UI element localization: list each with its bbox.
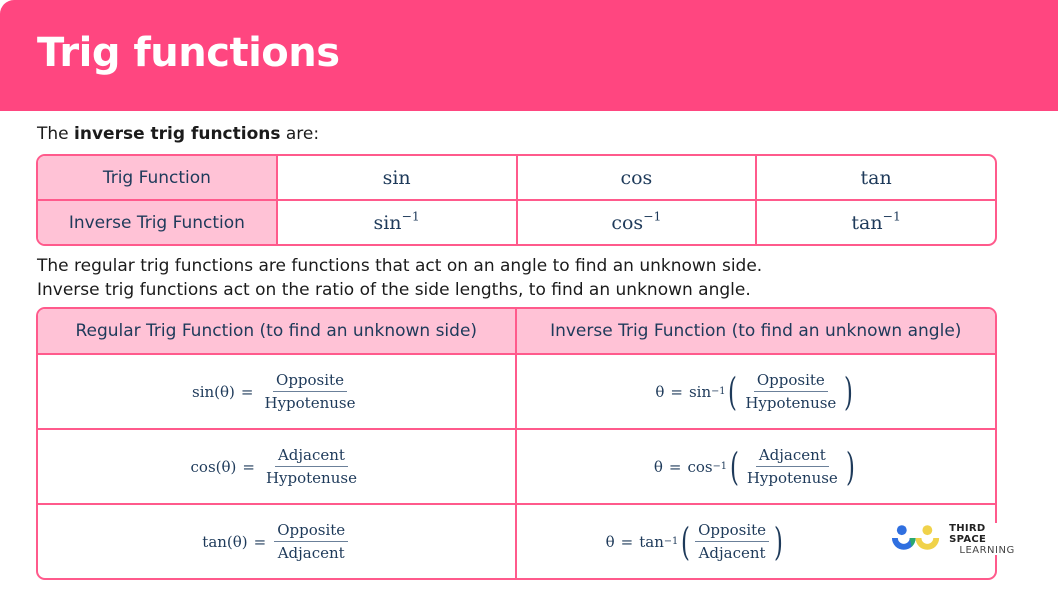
left-paren: ( — [681, 519, 691, 564]
table-row: Trig Function sin cos tan — [38, 156, 995, 201]
denominator: Hypotenuse — [264, 394, 356, 412]
exponent: −1 — [882, 208, 901, 223]
cell-cos: cos — [517, 156, 758, 201]
table-row: cos(θ) = Adjacent Hypotenuse θ = cos −1 (Adja… — [38, 430, 995, 505]
denominator: Hypotenuse — [745, 394, 837, 412]
table-row: tan(θ) = Opposite Adjacent θ = tan −1 (Opposi… — [38, 505, 995, 578]
fn-name: sin — [688, 382, 712, 401]
cell-tan-inverse: tan−1 — [757, 201, 995, 244]
denominator: Adjacent — [698, 544, 766, 562]
fraction: Opposite Hypotenuse — [742, 371, 839, 412]
right-paren: ) — [773, 519, 783, 564]
theta: θ — [605, 532, 615, 551]
header-regular: Regular Trig Function (to find an unknow… — [38, 309, 517, 355]
inverse-formula-cos: θ = cos −1 (Adjacent Hypotenuse) — [516, 430, 995, 505]
row-label-trig-function: Trig Function — [38, 156, 278, 201]
numerator: Opposite — [274, 521, 349, 542]
lhs: tan(θ) — [202, 532, 248, 551]
numerator: Adjacent — [274, 446, 348, 467]
denominator: Hypotenuse — [265, 469, 357, 487]
exponent: −1 — [643, 208, 662, 223]
equals: = — [240, 382, 254, 401]
right-paren: ) — [845, 444, 855, 489]
table-row: Inverse Trig Function sin−1 cos−1 tan−1 — [38, 201, 995, 244]
intro-suffix: are: — [280, 124, 320, 144]
fn-name: cos — [687, 457, 713, 476]
equals: = — [670, 382, 683, 401]
fn-name: sin — [373, 211, 402, 234]
fn-name: tan — [851, 211, 883, 234]
denominator: Hypotenuse — [746, 469, 838, 487]
regular-vs-inverse-table: Regular Trig Function (to find an unknow… — [36, 307, 997, 580]
denominator: Adjacent — [277, 544, 345, 562]
exponent: −1 — [401, 208, 420, 223]
regular-formula-cos: cos(θ) = Adjacent Hypotenuse — [38, 430, 517, 505]
third-space-learning-logo: THIRD SPACE LEARNING — [890, 522, 1025, 556]
numerator: Adjacent — [755, 446, 829, 467]
logo-line-2: LEARNING — [959, 544, 1015, 556]
right-paren: ) — [844, 369, 854, 414]
logo-line-1: THIRD SPACE — [949, 522, 987, 545]
page-title: Trig functions — [37, 30, 340, 76]
table-header-row: Regular Trig Function (to find an unknow… — [38, 309, 995, 355]
equals: = — [242, 457, 255, 476]
fraction: Opposite Adjacent — [695, 521, 770, 562]
fraction: Adjacent Hypotenuse — [263, 446, 360, 487]
header-inverse: Inverse Trig Function (to find an unknow… — [516, 309, 995, 355]
inverse-functions-table: Trig Function sin cos tan Inverse Trig F… — [36, 154, 997, 246]
paragraph-line-2: Inverse trig functions act on the ratio … — [37, 280, 751, 300]
theta: θ — [655, 382, 665, 401]
equals: = — [620, 532, 634, 551]
left-paren: ( — [728, 369, 738, 414]
cell-tan: tan — [757, 156, 995, 201]
table-row: sin(θ) = Opposite Hypotenuse θ = sin −1 (Oppo… — [38, 355, 995, 430]
row-label-inverse-trig-function: Inverse Trig Function — [38, 201, 278, 244]
fraction: Opposite Hypotenuse — [261, 371, 358, 412]
regular-formula-tan: tan(θ) = Opposite Adjacent — [38, 505, 517, 578]
cell-sin: sin — [277, 156, 518, 201]
fraction: Opposite Adjacent — [274, 521, 349, 562]
fn-name: cos — [611, 211, 644, 234]
fn-name: tan — [639, 532, 664, 551]
regular-formula-sin: sin(θ) = Opposite Hypotenuse — [38, 355, 517, 430]
logo-icon — [891, 525, 940, 550]
equals: = — [668, 457, 682, 476]
lhs: sin(θ) — [192, 382, 235, 401]
inverse-formula-sin: θ = sin −1 (Opposite Hypotenuse) — [516, 355, 995, 430]
title-banner: Trig functions — [0, 0, 1058, 111]
numerator: Opposite — [753, 371, 828, 392]
intro-prefix: The — [37, 124, 75, 144]
cell-cos-inverse: cos−1 — [518, 201, 758, 244]
lhs: cos(θ) — [190, 457, 237, 476]
numerator: Opposite — [273, 371, 347, 392]
numerator: Opposite — [695, 521, 770, 542]
cell-sin-inverse: sin−1 — [278, 201, 518, 244]
paragraph-line-1: The regular trig functions are functions… — [37, 256, 763, 276]
intro-text: The inverse trig functions are: — [37, 124, 319, 144]
fraction: Adjacent Hypotenuse — [744, 446, 841, 487]
theta: θ — [653, 457, 663, 476]
equals: = — [253, 532, 267, 551]
left-paren: ( — [729, 444, 739, 489]
intro-bold: inverse trig functions — [74, 124, 281, 144]
